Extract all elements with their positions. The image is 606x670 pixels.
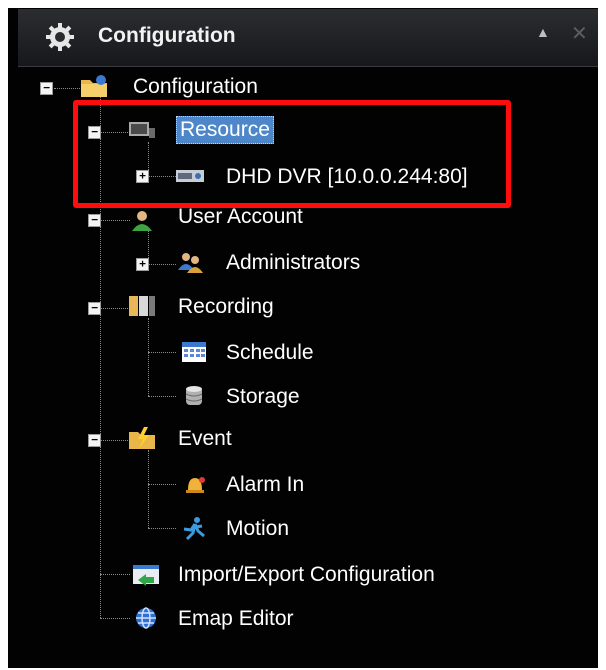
folder-settings-icon	[81, 75, 107, 97]
collapse-expander[interactable]: −	[88, 302, 101, 315]
tree-label-storage: Storage	[226, 385, 300, 408]
panel-title: Configuration	[98, 24, 236, 47]
tree-label-administrators: Administrators	[226, 251, 361, 274]
tree-line	[148, 352, 176, 353]
tree-label-emap-editor: Emap Editor	[178, 607, 294, 630]
tree-line	[148, 318, 149, 396]
collapse-expander[interactable]: −	[88, 214, 101, 227]
tree-node-recording[interactable]: − Recording	[88, 288, 348, 328]
tree-label-schedule: Schedule	[226, 341, 314, 364]
tree-label-import-export: Import/Export Configuration	[178, 563, 435, 586]
collapse-panel-button[interactable]: ▲	[536, 24, 550, 40]
database-icon	[185, 386, 203, 405]
tree-line	[148, 396, 176, 397]
expand-expander[interactable]: +	[136, 258, 149, 271]
tree-node-alarm-in[interactable]: Alarm In	[176, 464, 376, 504]
tree-label-configuration: Configuration	[133, 75, 258, 98]
user-group-icon	[178, 253, 203, 273]
globe-icon	[136, 607, 156, 629]
tree-node-administrators[interactable]: + Administrators	[136, 244, 396, 284]
tree-node-emap-editor[interactable]: Emap Editor	[128, 598, 368, 638]
tree-line	[148, 450, 149, 528]
collapse-expander[interactable]: −	[88, 434, 101, 447]
gear-icon	[46, 23, 74, 51]
tree-label-motion: Motion	[226, 517, 290, 540]
event-icon	[129, 427, 155, 449]
tree-node-event[interactable]: − Event	[88, 420, 288, 460]
tree-line	[100, 618, 130, 619]
recording-icon	[129, 296, 155, 316]
tree-node-storage[interactable]: Storage	[176, 376, 376, 416]
tree-node-import-export[interactable]: Import/Export Configuration	[128, 554, 498, 594]
calendar-icon	[182, 342, 206, 362]
close-panel-button[interactable]: ✕	[571, 21, 588, 46]
highlight-box	[73, 100, 511, 208]
tree-node-schedule[interactable]: Schedule	[176, 332, 376, 372]
alarm-bell-icon	[186, 477, 205, 493]
tree-label-recording: Recording	[178, 295, 274, 318]
import-export-icon	[133, 565, 159, 586]
tree-line	[148, 528, 176, 529]
tree-line	[100, 574, 130, 575]
panel-header: Configuration ▲ ✕	[18, 9, 598, 67]
motion-runner-icon	[183, 517, 205, 540]
tree-label-event: Event	[178, 427, 232, 450]
tree-line	[148, 484, 176, 485]
user-account-icon	[132, 211, 152, 231]
tree-node-motion[interactable]: Motion	[176, 508, 376, 548]
collapse-expander[interactable]: −	[40, 82, 53, 95]
tree-label-alarm-in: Alarm In	[226, 473, 305, 496]
